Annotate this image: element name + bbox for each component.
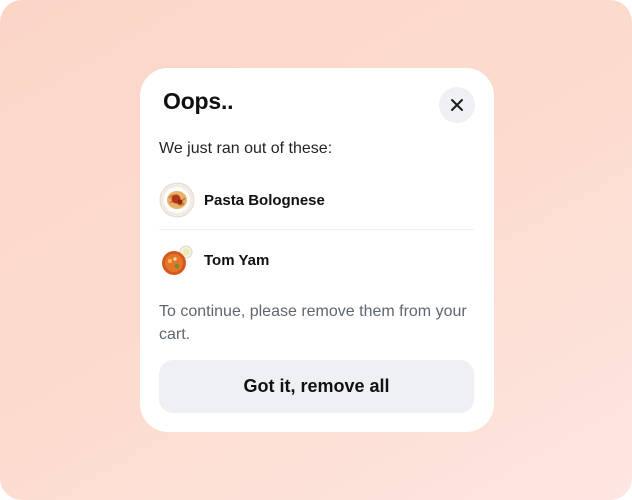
list-item: Tom Yam bbox=[159, 240, 474, 280]
dialog-title: Oops.. bbox=[163, 88, 234, 114]
list-item: Pasta Bolognese bbox=[159, 180, 474, 220]
divider bbox=[159, 229, 474, 230]
backdrop: Oops.. We just ran out of these: Pasta B… bbox=[0, 0, 632, 500]
item-label: Pasta Bolognese bbox=[204, 191, 325, 209]
dialog-subtitle: We just ran out of these: bbox=[159, 140, 333, 157]
close-icon bbox=[451, 99, 463, 111]
instruction-text: To continue, please remove them from you… bbox=[159, 303, 467, 343]
out-of-stock-dialog: Oops.. We just ran out of these: Pasta B… bbox=[140, 68, 494, 432]
pasta-icon bbox=[159, 182, 195, 218]
remove-all-button[interactable]: Got it, remove all bbox=[159, 360, 474, 413]
close-button[interactable] bbox=[439, 87, 475, 123]
item-label: Tom Yam bbox=[204, 251, 270, 269]
tom-yam-icon bbox=[162, 245, 193, 275]
